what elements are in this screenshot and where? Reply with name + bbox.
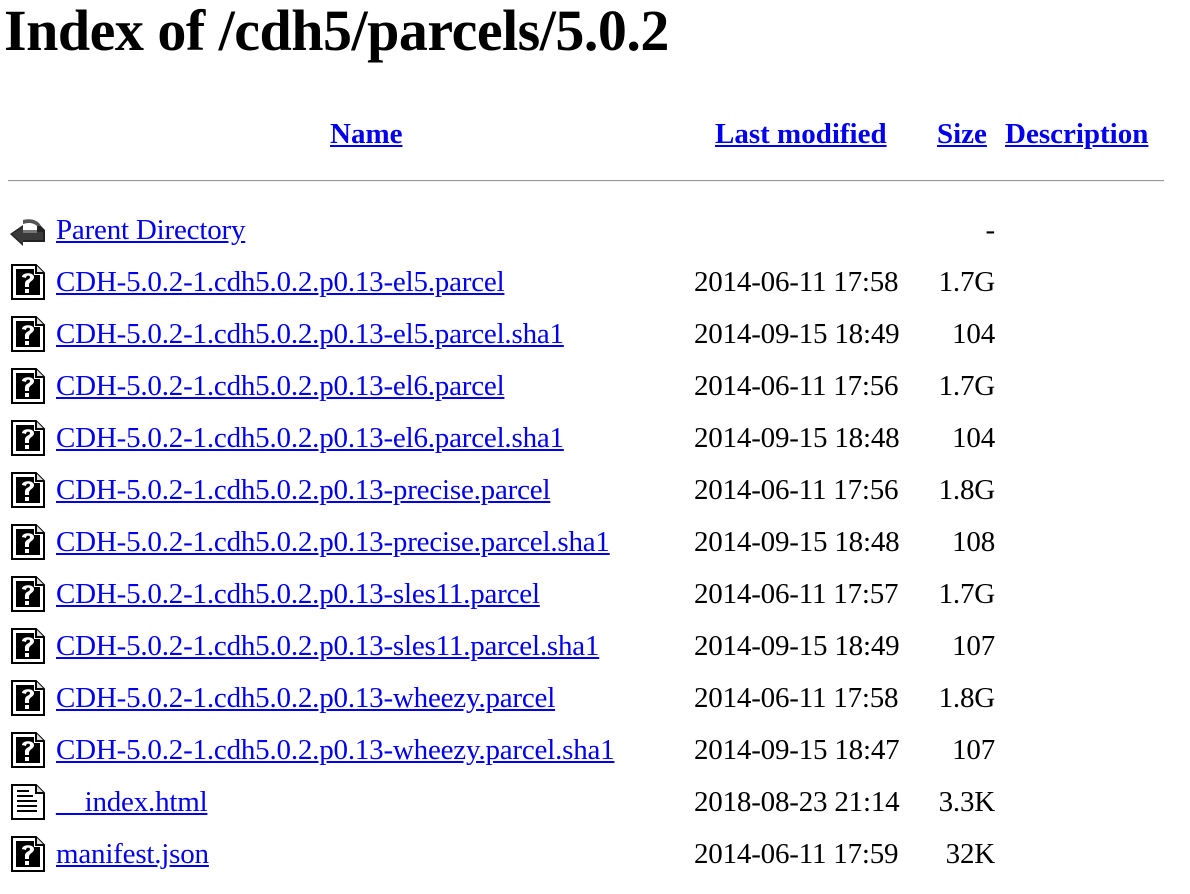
file-link[interactable]: __index.html [56, 782, 208, 822]
file-link[interactable]: CDH-5.0.2-1.cdh5.0.2.p0.13-el5.parcel.sh… [56, 314, 564, 354]
file-row: CDH-5.0.2-1.cdh5.0.2.p0.13-precise.parce… [0, 464, 1190, 516]
last-modified-cell: 2014-06-11 17:59 [694, 838, 899, 870]
column-header-size[interactable]: Size [937, 114, 987, 154]
file-row: manifest.json 2014-06-11 17:59 32K [0, 828, 1190, 880]
sort-by-size-link[interactable]: Size [937, 118, 987, 150]
last-modified-cell: 2014-06-11 17:58 [694, 266, 899, 298]
file-link[interactable]: CDH-5.0.2-1.cdh5.0.2.p0.13-wheezy.parcel [56, 678, 555, 718]
file-row: CDH-5.0.2-1.cdh5.0.2.p0.13-wheezy.parcel… [0, 724, 1190, 776]
unknown-file-icon[interactable] [9, 627, 47, 665]
unknown-file-icon[interactable] [9, 419, 47, 457]
size-cell: 1.7G [938, 370, 996, 402]
last-modified-cell: 2014-09-15 18:49 [694, 318, 900, 350]
sort-by-last-modified-link[interactable]: Last modified [715, 118, 887, 150]
file-link[interactable]: CDH-5.0.2-1.cdh5.0.2.p0.13-precise.parce… [56, 470, 551, 510]
unknown-file-icon[interactable] [9, 523, 47, 561]
sort-by-name-link[interactable]: Name [330, 118, 402, 150]
parent-directory-icon[interactable] [7, 212, 45, 250]
text-file-icon[interactable] [9, 783, 47, 821]
size-cell: 104 [952, 422, 995, 454]
header-divider [8, 180, 1164, 182]
size-cell: 3.3K [938, 786, 996, 818]
file-row: __index.html 2018-08-23 21:14 3.3K [0, 776, 1190, 828]
unknown-file-icon[interactable] [9, 367, 47, 405]
file-link[interactable]: CDH-5.0.2-1.cdh5.0.2.p0.13-precise.parce… [56, 522, 610, 562]
column-header-description[interactable]: Description [1005, 114, 1148, 154]
file-row: CDH-5.0.2-1.cdh5.0.2.p0.13-el6.parcel.sh… [0, 412, 1190, 464]
last-modified-cell: 2014-09-15 18:49 [694, 630, 900, 662]
parent-directory-row: Parent Directory - [0, 204, 1190, 256]
file-row: CDH-5.0.2-1.cdh5.0.2.p0.13-sles11.parcel… [0, 568, 1190, 620]
unknown-file-icon[interactable] [9, 471, 47, 509]
unknown-file-icon[interactable] [9, 575, 47, 613]
file-row: CDH-5.0.2-1.cdh5.0.2.p0.13-el5.parcel.sh… [0, 308, 1190, 360]
size-cell: 1.7G [938, 578, 996, 610]
last-modified-cell: 2014-09-15 18:48 [694, 422, 900, 454]
last-modified-cell: 2014-06-11 17:57 [694, 578, 899, 610]
last-modified-cell: 2014-06-11 17:56 [694, 370, 899, 402]
file-row: CDH-5.0.2-1.cdh5.0.2.p0.13-el6.parcel 201… [0, 360, 1190, 412]
column-header-name[interactable]: Name [330, 114, 402, 154]
size-cell: 1.8G [938, 474, 996, 506]
unknown-file-icon[interactable] [9, 731, 47, 769]
page-title: Index of /cdh5/parcels/5.0.2 [4, 0, 669, 63]
file-link[interactable]: CDH-5.0.2-1.cdh5.0.2.p0.13-el6.parcel.sh… [56, 418, 564, 458]
last-modified-cell: 2018-08-23 21:14 [694, 786, 900, 818]
unknown-file-icon[interactable] [9, 835, 47, 873]
file-row: CDH-5.0.2-1.cdh5.0.2.p0.13-el5.parcel 201… [0, 256, 1190, 308]
file-row: CDH-5.0.2-1.cdh5.0.2.p0.13-sles11.parcel… [0, 620, 1190, 672]
size-cell: 104 [952, 318, 995, 350]
file-link[interactable]: CDH-5.0.2-1.cdh5.0.2.p0.13-el5.parcel [56, 262, 505, 302]
unknown-file-icon[interactable] [9, 263, 47, 301]
file-link[interactable]: CDH-5.0.2-1.cdh5.0.2.p0.13-sles11.parcel [56, 574, 540, 614]
file-link[interactable]: CDH-5.0.2-1.cdh5.0.2.p0.13-el6.parcel [56, 366, 505, 406]
unknown-file-icon[interactable] [9, 315, 47, 353]
last-modified-cell: 2014-09-15 18:47 [694, 734, 900, 766]
size-cell: 32K [945, 838, 996, 870]
size-cell: 107 [952, 630, 995, 662]
unknown-file-icon[interactable] [9, 679, 47, 717]
sort-by-description-link[interactable]: Description [1005, 118, 1148, 150]
file-row: CDH-5.0.2-1.cdh5.0.2.p0.13-precise.parce… [0, 516, 1190, 568]
last-modified-cell: 2014-06-11 17:58 [694, 682, 899, 714]
column-header-last-modified[interactable]: Last modified [715, 114, 887, 154]
size-cell: 108 [952, 526, 995, 558]
size-cell: - [985, 214, 996, 246]
file-link[interactable]: CDH-5.0.2-1.cdh5.0.2.p0.13-sles11.parcel… [56, 626, 599, 666]
parent-directory-link[interactable]: Parent Directory [56, 210, 245, 250]
file-link[interactable]: CDH-5.0.2-1.cdh5.0.2.p0.13-wheezy.parcel… [56, 730, 615, 770]
last-modified-cell: 2014-06-11 17:56 [694, 474, 899, 506]
size-cell: 1.7G [938, 266, 996, 298]
size-cell: 1.8G [938, 682, 996, 714]
size-cell: 107 [952, 734, 995, 766]
last-modified-cell: 2014-09-15 18:48 [694, 526, 900, 558]
file-link[interactable]: manifest.json [56, 834, 209, 874]
file-row: CDH-5.0.2-1.cdh5.0.2.p0.13-wheezy.parcel… [0, 672, 1190, 724]
